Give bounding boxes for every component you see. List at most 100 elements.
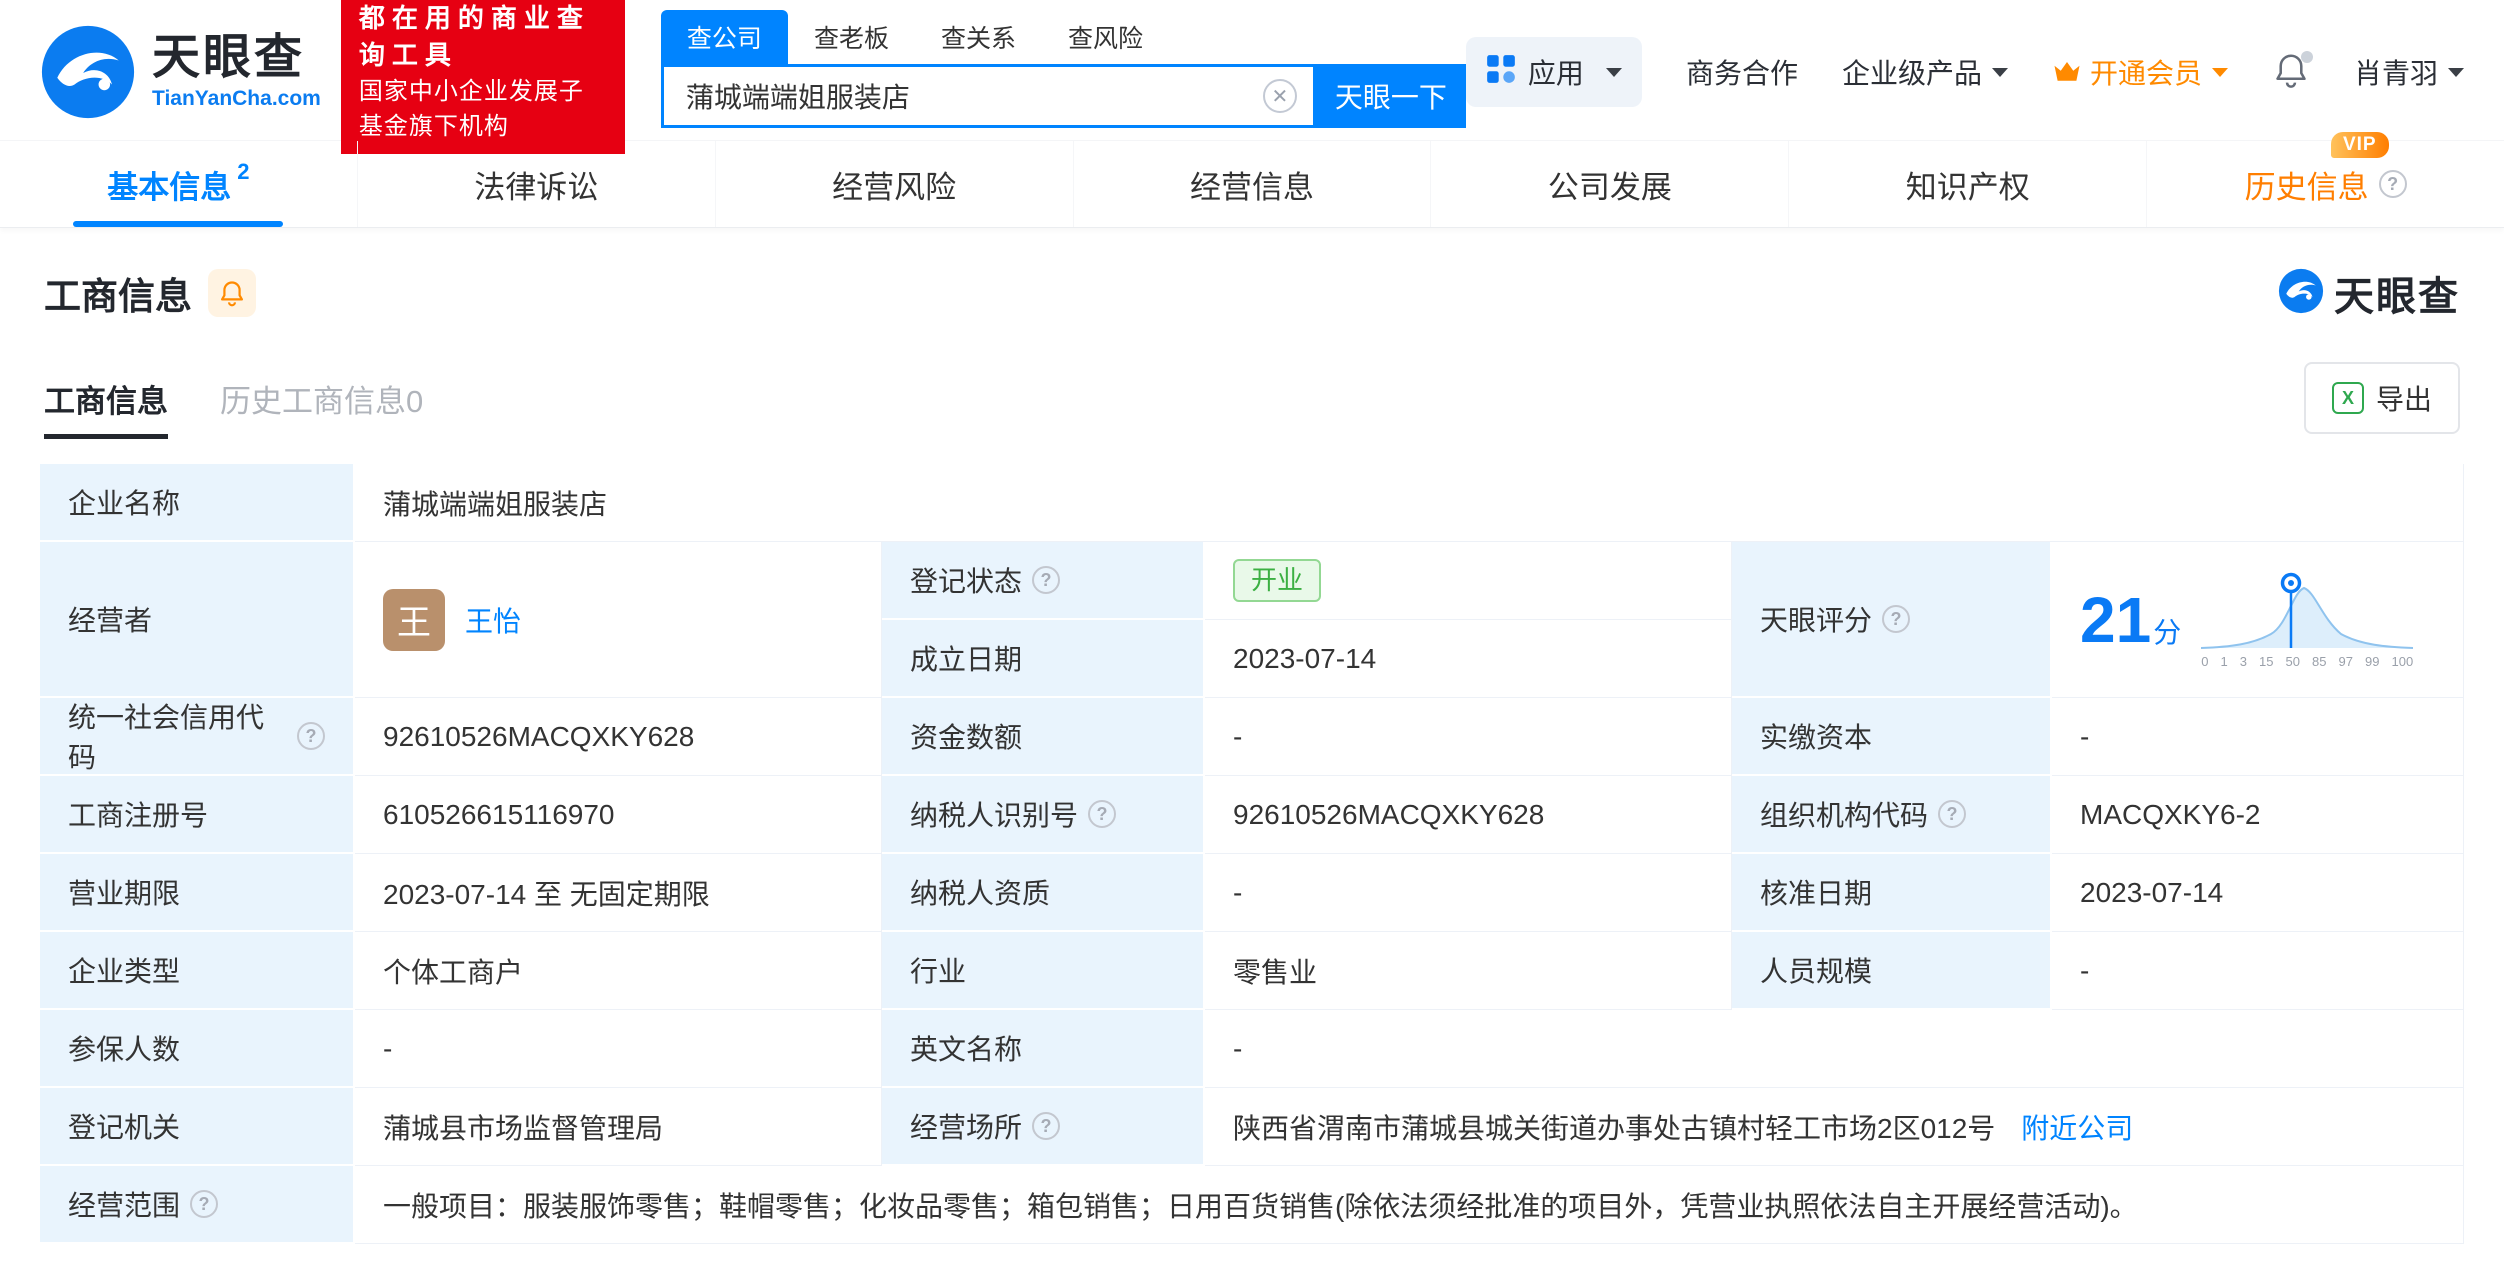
nearby-companies-link[interactable]: 附近公司 [2021,1107,2133,1147]
subscribe-bell-button[interactable] [208,269,256,317]
score-axis-ticks: 0 1 3 15 50 85 97 99 100 [2201,654,2414,669]
enterprise-products-menu[interactable]: 企业级产品 [1842,52,2008,92]
registry-authority-label: 登记机关 [40,1088,355,1166]
tab-basic-info-label: 基本信息 [107,169,232,205]
apps-grid-icon [1486,54,1516,91]
search-tab-risk[interactable]: 查风险 [1042,10,1169,64]
business-cooperation-link[interactable]: 商务合作 [1686,52,1798,92]
tianyan-score-label: 天眼评分 ? [1732,542,2052,698]
slogan-badge: 都在用的商业查询工具 国家中小企业发展子基金旗下机构 [340,0,625,155]
premises-label: 经营场所 ? [882,1088,1205,1166]
chevron-down-icon [2211,67,2228,77]
search-button[interactable]: 天眼一下 [1315,64,1466,128]
help-icon[interactable]: ? [190,1190,219,1218]
help-icon[interactable]: ? [2378,170,2407,198]
notifications-button[interactable] [2272,50,2313,94]
registration-status-label: 登记状态 ? [882,542,1205,620]
search-input[interactable] [683,79,1263,113]
tab-basic-info-count: 2 [237,159,250,184]
slogan-line2: 国家中小企业发展子基金旗下机构 [358,77,584,140]
search-tabs: 查公司 查老板 查关系 查风险 [660,10,1466,64]
crown-icon [2052,57,2082,87]
company-name-label: 企业名称 [40,464,355,542]
taxpayer-quality-value: - [1205,854,1732,932]
search-tab-boss[interactable]: 查老板 [788,10,915,64]
tab-company-development[interactable]: 公司发展 [1431,141,1790,227]
search-area: 查公司 查老板 查关系 查风险 ✕ 天眼一下 [660,10,1466,128]
help-icon[interactable]: ? [1032,1112,1061,1140]
tianyancha-logo[interactable]: 天眼查 TianYanCha.com [40,24,321,120]
tab-operation-risk[interactable]: 经营风险 [716,141,1074,227]
subtab-history-business-info[interactable]: 历史工商信息0 [220,376,423,421]
taxpayer-id-label: 纳税人识别号 ? [882,776,1205,854]
header-right: 应用 商务合作 企业级产品 开通会员 肖青羽 [1465,37,2464,107]
capital-value: - [1205,698,1732,776]
score-number: 21 [2080,583,2152,656]
apps-menu[interactable]: 应用 [1465,37,1642,107]
industry-label: 行业 [882,932,1205,1010]
help-icon[interactable]: ? [1882,605,1911,633]
brand-name: 天眼查 [152,30,306,84]
score-distribution-chart: 0 1 3 15 50 85 97 99 100 [2201,570,2414,669]
staff-size-value: - [2052,932,2464,1010]
operator-label: 经营者 [40,542,355,698]
subtab-business-info[interactable]: 工商信息 [44,376,168,439]
capital-label: 资金数额 [882,698,1205,776]
user-menu[interactable]: 肖青羽 [2354,52,2464,92]
taxpayer-id-value: 92610526MACQXKY628 [1205,776,1732,854]
credit-code-value: 92610526MACQXKY628 [355,698,882,776]
clear-search-icon[interactable]: ✕ [1262,79,1297,113]
search-tab-relation[interactable]: 查关系 [915,10,1042,64]
export-button[interactable]: X 导出 [2303,362,2460,434]
business-term-label: 营业期限 [40,854,355,932]
tab-intellectual-property[interactable]: 知识产权 [1789,141,2148,227]
operator-avatar[interactable]: 王 [383,588,445,651]
tianyancha-logo-icon [40,24,136,120]
vip-membership-link[interactable]: 开通会员 [2052,52,2228,92]
approval-date-value: 2023-07-14 [2052,854,2464,932]
business-term-value: 2023-07-14 至 无固定期限 [355,854,882,932]
help-icon[interactable]: ? [1032,566,1061,594]
registration-status-value: 开业 [1205,542,1732,620]
tab-history-info-label: 历史信息 [2244,169,2369,205]
registration-number-value: 610526615116970 [355,776,882,854]
section-header: 工商信息 天眼查 [0,228,2504,322]
registry-authority-value: 蒲城县市场监督管理局 [355,1088,882,1166]
company-tab-bar: 基本信息 2 法律诉讼 经营风险 经营信息 公司发展 知识产权 历史信息 VIP… [0,131,2504,228]
chevron-down-icon [1605,67,1622,77]
help-icon[interactable]: ? [297,722,325,750]
registration-number-label: 工商注册号 [40,776,355,854]
section-title: 工商信息 [44,276,192,317]
tianyan-score-value: 21 分 0 1 3 15 50 85 97 99 100 [2052,542,2464,698]
tianyancha-logo-icon [2278,268,2324,319]
industry-value: 零售业 [1205,932,1732,1010]
taxpayer-quality-label: 纳税人资质 [882,854,1205,932]
search-box: ✕ [660,64,1316,128]
excel-icon: X [2331,382,2364,414]
slogan-line1: 都在用的商业查询工具 [358,2,590,71]
english-name-value: - [1205,1010,2464,1088]
username: 肖青羽 [2353,58,2438,89]
tab-operation-info[interactable]: 经营信息 [1074,141,1432,227]
tab-basic-info[interactable]: 基本信息 2 [0,141,358,227]
vip-membership-label: 开通会员 [2089,58,2202,89]
score-unit: 分 [2153,616,2182,648]
export-label: 导出 [2375,384,2432,415]
search-tab-company[interactable]: 查公司 [660,10,788,64]
premises-value: 陕西省渭南市蒲城县城关街道办事处古镇村轻工市场2区012号 附近公司 [1205,1088,2464,1166]
company-name-value: 蒲城端端姐服装店 [355,464,2464,542]
insured-count-value: - [355,1010,882,1088]
tab-history-info[interactable]: 历史信息 VIP ? [2147,131,2504,227]
tab-legal-proceedings[interactable]: 法律诉讼 [358,141,716,227]
watermark-brand-name: 天眼查 [2334,275,2460,319]
english-name-label: 英文名称 [882,1010,1205,1088]
chevron-down-icon [1991,67,2008,77]
brand-domain: TianYanCha.com [152,87,321,111]
tianyancha-watermark-logo: 天眼查 [2278,264,2460,322]
help-icon[interactable]: ? [1938,800,1967,828]
help-icon[interactable]: ? [1088,800,1117,828]
insured-count-label: 参保人数 [40,1010,355,1088]
operator-name-link[interactable]: 王怡 [465,600,521,640]
credit-code-label: 统一社会信用代码 ? [40,698,355,776]
establish-date-value: 2023-07-14 [1205,620,1732,698]
